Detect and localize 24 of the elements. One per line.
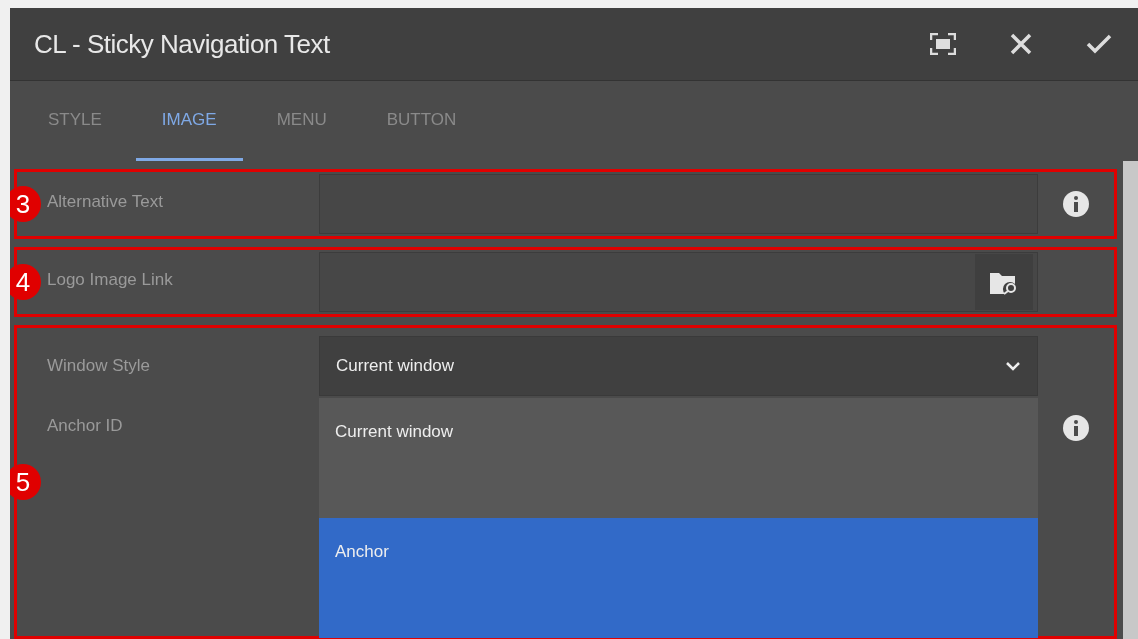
field-label: Window Style — [47, 355, 151, 376]
window-style-dropdown[interactable]: Current window — [319, 336, 1038, 396]
checkmark-icon — [1086, 34, 1112, 54]
callout-number: 3 — [10, 186, 41, 222]
tab[interactable]: MENU — [250, 81, 353, 161]
tab[interactable]: BUTTON — [360, 81, 483, 161]
field-label: Alternative Text — [47, 191, 164, 212]
fullscreen-icon — [930, 33, 956, 55]
close-icon — [1010, 33, 1032, 55]
scrollbar[interactable] — [1123, 161, 1138, 639]
tab[interactable]: STYLE — [34, 81, 128, 161]
dropdown-option[interactable]: Anchor — [319, 518, 1038, 638]
callout-number: 4 — [10, 264, 41, 300]
field-label: Logo Image Link — [47, 269, 174, 290]
dropdown-option[interactable]: Current window — [319, 398, 1038, 518]
path-input-field[interactable] — [319, 252, 1038, 312]
browse-button[interactable] — [975, 254, 1033, 310]
tab[interactable]: IMAGE — [135, 81, 243, 161]
field-label: Anchor ID — [47, 415, 124, 436]
chevron-down-icon — [1005, 361, 1021, 371]
callout-number: 5 — [10, 464, 41, 500]
info-icon[interactable] — [1062, 190, 1090, 218]
info-icon[interactable] — [1062, 414, 1090, 442]
dialog-title: CL - Sticky Navigation Text — [34, 28, 331, 60]
